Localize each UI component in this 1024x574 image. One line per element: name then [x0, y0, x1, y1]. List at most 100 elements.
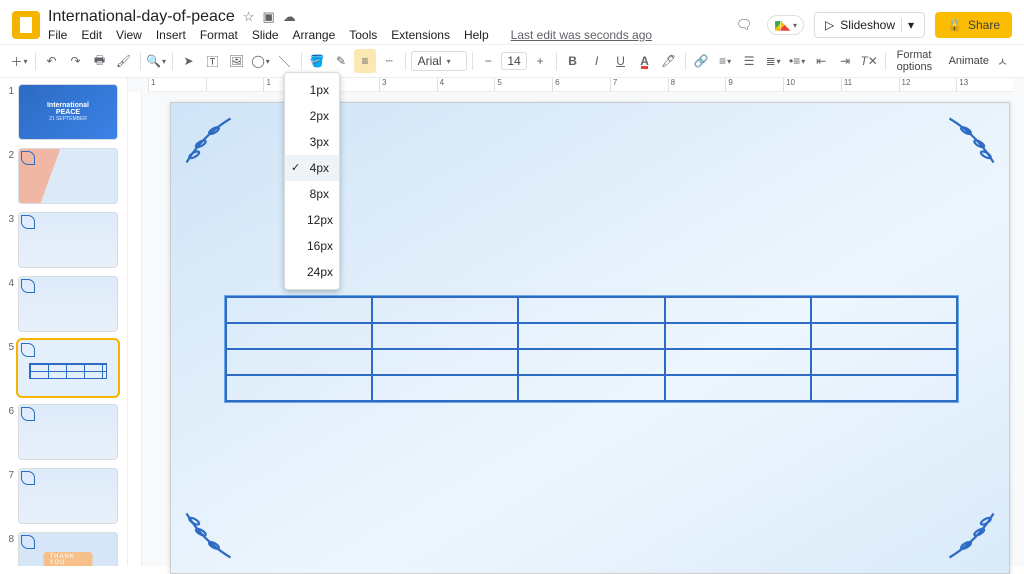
slide-table[interactable] [224, 295, 959, 403]
format-options-button[interactable]: Format options [891, 49, 941, 73]
menu-view[interactable]: View [116, 28, 142, 42]
comments-icon[interactable]: 🗨 [731, 12, 757, 38]
share-label: Share [968, 18, 1000, 32]
textbox-tool[interactable]: 🅃 [202, 49, 224, 73]
separator [556, 52, 557, 70]
indent-dec-button[interactable]: ⇤ [810, 49, 832, 73]
title-area: International-day-of-peace ☆ ▣ ☁ File Ed… [48, 8, 731, 42]
star-icon[interactable]: ☆ [243, 9, 255, 25]
zoom-button[interactable]: 🔍▾ [145, 49, 167, 73]
lock-icon: 🔒 [947, 18, 962, 32]
menu-file[interactable]: File [48, 28, 67, 42]
font-size-inc[interactable]: + [529, 49, 551, 73]
slide-thumb[interactable]: 6 [4, 404, 123, 460]
border-weight-option[interactable]: 8px [285, 181, 339, 207]
olive-branch-icon [944, 113, 999, 168]
menu-extensions[interactable]: Extensions [391, 28, 450, 42]
separator [472, 52, 473, 70]
indent-inc-button[interactable]: ⇥ [834, 49, 856, 73]
border-weight-button[interactable]: ≡ [354, 49, 376, 73]
bold-button[interactable]: B [562, 49, 584, 73]
menu-help[interactable]: Help [464, 28, 489, 42]
separator [685, 52, 686, 70]
slide-thumb[interactable]: 4 [4, 276, 123, 332]
font-size-control: − 14 + [477, 49, 551, 73]
border-weight-option[interactable]: 1px [285, 77, 339, 103]
edit-status[interactable]: Last edit was seconds ago [511, 28, 652, 42]
border-dash-button[interactable]: ┄ [378, 49, 400, 73]
olive-branch-icon [181, 508, 236, 563]
ruler-vertical [128, 92, 142, 566]
menu-slide[interactable]: Slide [252, 28, 279, 42]
toolbar-expand[interactable]: ㅅ [997, 53, 1016, 70]
print-button[interactable]: 🖶 [89, 49, 111, 73]
separator [405, 52, 406, 70]
font-family-label: Arial [418, 54, 442, 68]
slide-number: 8 [4, 532, 14, 566]
bulleted-list-button[interactable]: •≡▾ [786, 49, 808, 73]
border-weight-option[interactable]: 3px [285, 129, 339, 155]
border-weight-option[interactable]: 12px [285, 207, 339, 233]
border-weight-option[interactable]: 24px [285, 259, 339, 285]
link-button[interactable]: 🔗 [690, 49, 712, 73]
menu-arrange[interactable]: Arrange [293, 28, 336, 42]
menu-insert[interactable]: Insert [156, 28, 186, 42]
slide-number: 2 [4, 148, 14, 204]
fill-color-button[interactable]: 🪣 [306, 49, 328, 73]
separator [35, 52, 36, 70]
olive-branch-icon [181, 113, 236, 168]
slide-thumb[interactable]: 3 [4, 212, 123, 268]
menu-format[interactable]: Format [200, 28, 238, 42]
line-spacing-button[interactable]: ☰ [738, 49, 760, 73]
animate-button[interactable]: Animate [943, 55, 995, 67]
slide-number: 7 [4, 468, 14, 524]
chevron-down-icon: ▾ [447, 57, 451, 66]
clear-format-button[interactable]: T✕ [858, 49, 880, 73]
meet-button[interactable]: ▮◣ ▾ [767, 15, 804, 35]
numbered-list-button[interactable]: ≣▾ [762, 49, 784, 73]
header-right: 🗨 ▮◣ ▾ ▷ Slideshow ▾ 🔒 Share [731, 12, 1012, 38]
cloud-icon[interactable]: ☁ [283, 9, 296, 25]
slide-number: 1 [4, 84, 14, 140]
doc-title[interactable]: International-day-of-peace [48, 8, 235, 26]
slide-thumb[interactable]: 2 [4, 148, 123, 204]
paint-format-button[interactable]: 🖌 [113, 49, 135, 73]
highlight-button[interactable]: 🖊 [658, 49, 680, 73]
olive-branch-icon [944, 508, 999, 563]
move-icon[interactable]: ▣ [262, 9, 274, 25]
border-color-button[interactable]: ✎ [330, 49, 352, 73]
menubar: File Edit View Insert Format Slide Arran… [48, 28, 731, 42]
slide-number: 5 [4, 340, 14, 396]
slide-number: 6 [4, 404, 14, 460]
align-button[interactable]: ≡▾ [714, 49, 736, 73]
slide-thumb[interactable]: 8THANK YOU [4, 532, 123, 566]
filmstrip[interactable]: 1InternationalPEACE21 SEPTEMBER 2 3 4 5 6 7 8TH… [0, 78, 128, 566]
underline-button[interactable]: U [610, 49, 632, 73]
chevron-down-icon: ▾ [793, 21, 797, 30]
font-size-value[interactable]: 14 [501, 52, 527, 70]
redo-button[interactable]: ↷ [65, 49, 87, 73]
font-family-select[interactable]: Arial ▾ [411, 51, 467, 71]
slide-number: 4 [4, 276, 14, 332]
shape-tool[interactable]: ◯▾ [250, 49, 272, 73]
menu-edit[interactable]: Edit [81, 28, 102, 42]
slide-thumb[interactable]: 7 [4, 468, 123, 524]
slide-thumb[interactable]: 1InternationalPEACE21 SEPTEMBER [4, 84, 123, 140]
border-weight-option[interactable]: 16px [285, 233, 339, 259]
slide-thumb[interactable]: 5 [4, 340, 123, 396]
font-size-dec[interactable]: − [477, 49, 499, 73]
select-tool[interactable]: ➤ [178, 49, 200, 73]
separator [172, 52, 173, 70]
image-tool[interactable]: 🖼 [226, 49, 248, 73]
border-weight-option[interactable]: 2px [285, 103, 339, 129]
italic-button[interactable]: I [586, 49, 608, 73]
line-tool[interactable]: ＼ [274, 49, 296, 73]
share-button[interactable]: 🔒 Share [935, 12, 1012, 38]
text-color-button[interactable]: A [634, 49, 656, 73]
new-slide-button[interactable]: ＋▾ [8, 49, 30, 73]
slideshow-button[interactable]: ▷ Slideshow ▾ [814, 12, 925, 38]
menu-tools[interactable]: Tools [349, 28, 377, 42]
ruler-horizontal: 112345678910111213 [148, 78, 1014, 92]
border-weight-option[interactable]: 4px [285, 155, 339, 181]
undo-button[interactable]: ↶ [41, 49, 63, 73]
